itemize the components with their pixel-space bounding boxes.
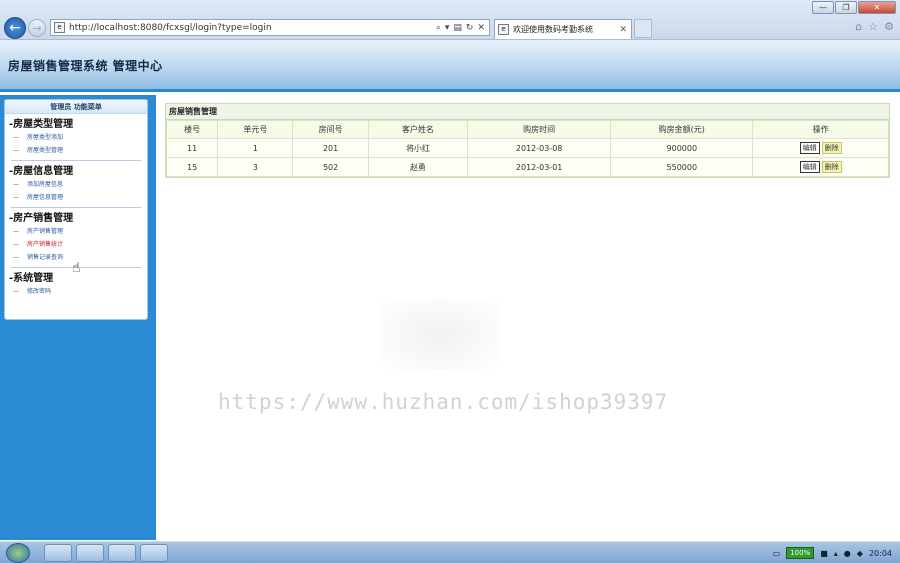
col-amount: 购房金额(元) [610, 120, 754, 139]
menu-group-house-type: 房屋类型管理 房屋类型添加 房屋类型管理 [5, 119, 147, 161]
start-button[interactable] [6, 543, 30, 563]
minimize-button[interactable]: — [812, 1, 834, 14]
window-controls: — ❐ ✕ [812, 1, 896, 14]
edit-button[interactable]: 编辑 [799, 161, 820, 173]
sidebar: 管理员 功能菜单 房屋类型管理 房屋类型添加 房屋类型管理 房屋信息管理 添加房… [0, 95, 156, 540]
taskbar-ie-button[interactable] [140, 544, 168, 562]
menu-item-sales-stats[interactable]: 房产销售统计 [9, 238, 143, 251]
site-title: 房屋销售管理系统 管理中心 [8, 59, 163, 73]
cell-room: 201 [292, 138, 369, 158]
new-tab-button[interactable] [634, 19, 652, 38]
search-icon[interactable]: ⌕ [436, 23, 441, 33]
delete-button[interactable]: 删除 [821, 142, 842, 154]
clock[interactable]: 20:04 [869, 549, 892, 558]
tab-title: 欢迎使用数码考勤系统 [513, 25, 593, 34]
tab-close-icon[interactable]: ✕ [619, 25, 631, 35]
refresh-icon[interactable]: ↻ [466, 23, 474, 33]
cell-customer: 将小红 [367, 138, 469, 158]
cell-amount: 550000 [610, 157, 754, 177]
main-content: 房屋销售管理 楼号 单元号 房间号 客户姓名 购房时间 购房金额(元) 操作 1… [156, 95, 900, 540]
forward-button[interactable]: → [28, 19, 46, 37]
site-header: 房屋销售管理系统 管理中心 [0, 40, 900, 92]
cell-unit: 1 [217, 138, 294, 158]
sales-panel: 房屋销售管理 楼号 单元号 房间号 客户姓名 购房时间 购房金额(元) 操作 1… [165, 103, 890, 178]
page-icon: e [54, 22, 65, 33]
group-title[interactable]: 房屋类型管理 [9, 119, 143, 131]
menu-item-sales-manage[interactable]: 房产销售管理 [9, 225, 143, 238]
tray-arrow-icon[interactable]: ▴ [834, 549, 838, 558]
edit-button[interactable]: 编辑 [799, 142, 820, 154]
cell-amount: 900000 [610, 138, 754, 158]
table-row: 11 1 201 将小红 2012-03-08 900000 编辑 删除 [165, 138, 889, 158]
system-tray: ▭ 100% ■ ▴ ● ◆ 20:04 [773, 542, 900, 563]
compat-view-icon[interactable]: ▤ [453, 23, 462, 33]
menu-item-add-house-type[interactable]: 房屋类型添加 [9, 131, 143, 144]
battery-indicator[interactable]: 100% [786, 547, 815, 559]
col-building: 楼号 [165, 120, 219, 139]
browser-tools: ⌂ ☆ ⚙ [855, 20, 894, 33]
col-unit: 单元号 [217, 120, 294, 139]
browser-chrome: — ❐ ✕ ← → e http://localhost:8080/fcxsgl… [0, 0, 900, 40]
group-title[interactable]: 房产销售管理 [9, 213, 143, 225]
menu-item-manage-house-info[interactable]: 房屋信息管理 [9, 191, 143, 204]
cell-date: 2012-03-08 [467, 138, 612, 158]
taskbar-explorer-button[interactable] [44, 544, 72, 562]
col-date: 购房时间 [467, 120, 612, 139]
menu-item-add-house-info[interactable]: 添加房屋信息 [9, 178, 143, 191]
taskbar-media-button[interactable] [108, 544, 136, 562]
col-customer: 客户姓名 [367, 120, 469, 139]
browser-tab[interactable]: e 欢迎使用数码考勤系统 ✕ [494, 19, 632, 39]
cell-building: 11 [165, 138, 219, 158]
maximize-button[interactable]: ❐ [835, 1, 857, 14]
cell-customer: 赵勇 [367, 157, 469, 177]
home-icon[interactable]: ⌂ [855, 20, 862, 33]
watermark-ghost [380, 300, 500, 370]
menu-item-manage-house-type[interactable]: 房屋类型管理 [9, 144, 143, 157]
stop-icon[interactable]: ✕ [477, 23, 485, 33]
cell-building: 15 [165, 157, 219, 177]
back-button[interactable]: ← [4, 17, 26, 39]
menu-group-house-info: 房屋信息管理 添加房屋信息 房屋信息管理 [5, 166, 147, 208]
volume-icon[interactable]: ◆ [857, 549, 863, 558]
cell-room: 502 [292, 157, 369, 177]
address-tools: ⌕ ▾ ▤ ↻ ✕ [436, 23, 489, 33]
group-title[interactable]: 房屋信息管理 [9, 166, 143, 178]
keyboard-icon[interactable]: ▭ [773, 549, 781, 558]
taskbar: ▭ 100% ■ ▴ ● ◆ 20:04 [0, 541, 900, 563]
cell-unit: 3 [217, 157, 294, 177]
hand-cursor-icon: ☝ [72, 260, 81, 276]
sidebar-menu: 管理员 功能菜单 房屋类型管理 房屋类型添加 房屋类型管理 房屋信息管理 添加房… [4, 99, 148, 320]
panel-title: 房屋销售管理 [166, 104, 889, 120]
gear-icon[interactable]: ⚙ [884, 20, 894, 33]
address-url[interactable]: http://localhost:8080/fcxsgl/login?type=… [69, 23, 436, 33]
close-window-button[interactable]: ✕ [858, 1, 896, 14]
watermark-text: https://www.huzhan.com/ishop39397 [218, 390, 669, 414]
col-room: 房间号 [292, 120, 369, 139]
menu-group-system: 系统管理 修改密码 [5, 273, 147, 298]
network-icon[interactable]: ● [844, 549, 851, 558]
sidebar-header: 管理员 功能菜单 [5, 100, 147, 114]
taskbar-folder-button[interactable] [76, 544, 104, 562]
cell-actions: 编辑 删除 [752, 138, 889, 158]
sales-table: 楼号 单元号 房间号 客户姓名 购房时间 购房金额(元) 操作 11 1 201… [165, 120, 889, 177]
favorites-star-icon[interactable]: ☆ [868, 20, 878, 33]
table-header-row: 楼号 单元号 房间号 客户姓名 购房时间 购房金额(元) 操作 [165, 120, 889, 139]
divider [11, 207, 141, 208]
cell-actions: 编辑 删除 [752, 157, 889, 177]
address-bar[interactable]: e http://localhost:8080/fcxsgl/login?typ… [50, 19, 490, 36]
divider [11, 160, 141, 161]
tab-page-icon: e [498, 24, 509, 35]
power-icon[interactable]: ■ [820, 549, 828, 558]
menu-item-change-password[interactable]: 修改密码 [9, 285, 143, 298]
dropdown-icon[interactable]: ▾ [445, 23, 450, 33]
table-row: 15 3 502 赵勇 2012-03-01 550000 编辑 删除 [165, 157, 889, 177]
col-actions: 操作 [752, 120, 889, 139]
cell-date: 2012-03-01 [467, 157, 612, 177]
delete-button[interactable]: 删除 [821, 161, 842, 173]
